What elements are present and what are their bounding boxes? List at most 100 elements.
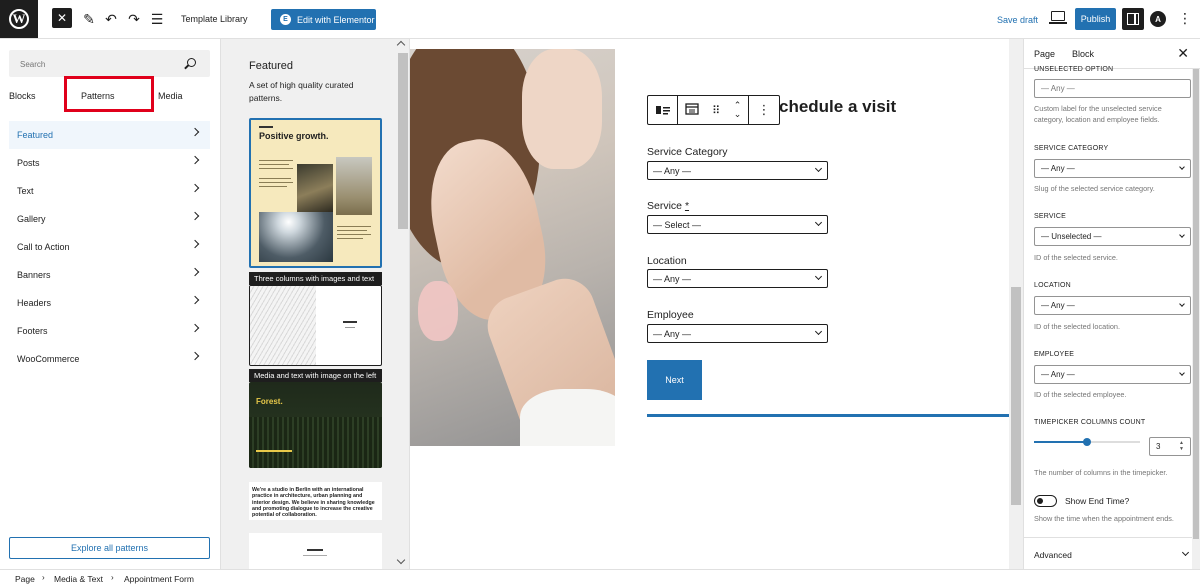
- service-setting-select[interactable]: — Unselected —: [1034, 227, 1191, 246]
- settings-panel-icon[interactable]: [1122, 8, 1144, 30]
- block-toolbar: ⠿ ⌃ ⌄ ⋮: [647, 95, 780, 125]
- pattern-card-title: Forest.: [256, 397, 283, 406]
- location-setting-select[interactable]: — Any —: [1034, 296, 1191, 315]
- timepicker-columns-input[interactable]: 3 ▲ ▼: [1149, 437, 1191, 456]
- pattern-image: [250, 286, 316, 365]
- unselected-option-label: UNSELECTED OPTION: [1034, 66, 1114, 73]
- help-text: Custom label for the unselected service …: [1034, 104, 1162, 124]
- search-icon[interactable]: [187, 58, 196, 67]
- chevron-down-icon[interactable]: [396, 555, 406, 565]
- elementor-icon: E: [280, 14, 291, 25]
- show-end-time-toggle[interactable]: [1034, 495, 1057, 507]
- category-featured[interactable]: Featured: [9, 121, 210, 149]
- spinner-icon[interactable]: ▲ ▼: [1179, 440, 1187, 452]
- advanced-panel-toggle[interactable]: Advanced: [1024, 537, 1194, 569]
- tab-media[interactable]: Media: [158, 91, 183, 101]
- edit-with-elementor-label: Edit with Elementor: [297, 14, 375, 25]
- calendar-form-icon[interactable]: [685, 102, 699, 118]
- template-library-link[interactable]: Template Library: [181, 14, 248, 24]
- chevron-down-icon: [1179, 301, 1185, 307]
- desktop-preview-icon[interactable]: [1049, 11, 1067, 24]
- edit-with-elementor-button[interactable]: E Edit with Elementor: [271, 9, 376, 30]
- publish-button[interactable]: Publish: [1075, 8, 1116, 30]
- category-call-to-action[interactable]: Call to Action: [9, 233, 210, 261]
- block-align-icon[interactable]: [648, 96, 678, 124]
- timepicker-columns-slider[interactable]: [1034, 438, 1140, 446]
- undo-icon[interactable]: ↶: [102, 10, 120, 28]
- list-view-icon[interactable]: ☰: [148, 10, 166, 28]
- pattern-caption: Three columns with images and text: [249, 272, 382, 285]
- pen-tool-icon[interactable]: ✎: [80, 10, 98, 28]
- scrollbar-thumb[interactable]: [398, 53, 408, 229]
- block-inserter-panel: Search Blocks Patterns Media Featured Po…: [0, 39, 221, 569]
- sidebar-scrollbar[interactable]: [1192, 69, 1200, 569]
- pattern-card-three-columns[interactable]: Positive growth.: [249, 118, 382, 268]
- selected-value: — Any —: [653, 273, 692, 284]
- chevron-right-icon: [190, 211, 200, 221]
- category-posts[interactable]: Posts: [9, 149, 210, 177]
- close-icon[interactable]: ✕: [52, 8, 72, 28]
- category-woocommerce[interactable]: WooCommerce: [9, 345, 210, 373]
- pattern-category-description: A set of high quality curated patterns.: [249, 80, 354, 103]
- pattern-image: [249, 417, 382, 468]
- category-headers[interactable]: Headers: [9, 289, 210, 317]
- search-input[interactable]: Search: [9, 50, 210, 77]
- pattern-image: [297, 164, 333, 212]
- close-icon[interactable]: ✕: [1177, 45, 1189, 62]
- canvas-scrollbar[interactable]: [1009, 39, 1023, 569]
- breadcrumb-item[interactable]: Appointment Form: [124, 574, 194, 584]
- help-text: The number of columns in the timepicker.: [1034, 468, 1168, 477]
- chevron-down-icon: [1181, 548, 1190, 557]
- pattern-card-studio-text[interactable]: We're a studio in Berlin with an interna…: [249, 482, 382, 520]
- breadcrumb-item[interactable]: Media & Text: [54, 574, 103, 584]
- next-button[interactable]: Next: [647, 360, 702, 400]
- show-end-time-label: Show End Time?: [1065, 496, 1130, 506]
- scrollbar-thumb[interactable]: [1193, 69, 1199, 539]
- more-options-icon[interactable]: ⋮: [1178, 10, 1192, 27]
- wordpress-logo-icon[interactable]: W: [0, 0, 38, 38]
- service-select[interactable]: — Select —: [647, 215, 828, 234]
- unselected-option-input[interactable]: — Any —: [1034, 79, 1191, 98]
- category-text[interactable]: Text: [9, 177, 210, 205]
- chevron-down-icon: [1179, 164, 1185, 170]
- category-label: Footers: [17, 326, 48, 336]
- category-banners[interactable]: Banners: [9, 261, 210, 289]
- block-type-group: ⠿ ⌃ ⌄: [678, 96, 749, 124]
- explore-all-patterns-button[interactable]: Explore all patterns: [9, 537, 210, 559]
- employee-setting-select[interactable]: — Any —: [1034, 365, 1191, 384]
- category-gallery[interactable]: Gallery: [9, 205, 210, 233]
- service-category-setting-select[interactable]: — Any —: [1034, 159, 1191, 178]
- drag-handle-icon[interactable]: ⠿: [712, 104, 720, 117]
- more-options-icon[interactable]: ⋮: [749, 96, 779, 124]
- tab-blocks[interactable]: Blocks: [9, 91, 36, 101]
- pattern-card-forest[interactable]: Forest.: [249, 382, 382, 468]
- pattern-card-text: We're a studio in Berlin with an interna…: [252, 487, 375, 519]
- astra-icon[interactable]: A: [1150, 11, 1166, 27]
- pattern-card-heading[interactable]: [249, 533, 382, 569]
- employee-setting-label: EMPLOYEE: [1034, 351, 1075, 358]
- service-category-select[interactable]: — Any —: [647, 161, 828, 180]
- chevron-right-icon: [190, 351, 200, 361]
- location-select[interactable]: — Any —: [647, 269, 828, 288]
- spa-facial-image[interactable]: [410, 49, 615, 446]
- tab-block[interactable]: Block: [1072, 49, 1094, 59]
- pattern-card-media-text[interactable]: [249, 285, 382, 366]
- tab-page[interactable]: Page: [1034, 49, 1055, 59]
- chevron-down-icon: [1179, 370, 1185, 376]
- chevron-down-icon: [814, 272, 823, 281]
- chevron-right-icon: ›: [111, 573, 114, 582]
- redo-icon[interactable]: ↷: [125, 10, 143, 28]
- breadcrumb-item[interactable]: Page: [15, 574, 35, 584]
- save-draft-button[interactable]: Save draft: [997, 15, 1038, 25]
- category-footers[interactable]: Footers: [9, 317, 210, 345]
- chevron-up-icon[interactable]: [396, 40, 406, 50]
- scrollbar-thumb[interactable]: [1011, 287, 1021, 505]
- location-label: Location: [647, 255, 687, 267]
- highlight-box: [64, 76, 154, 112]
- slider-fill: [1034, 441, 1087, 443]
- move-up-down-icon[interactable]: ⌃ ⌄: [734, 101, 742, 119]
- slider-thumb[interactable]: [1083, 438, 1091, 446]
- employee-select[interactable]: — Any —: [647, 324, 828, 343]
- chevron-down-icon: [814, 218, 823, 227]
- pattern-scrollbar[interactable]: [395, 39, 409, 569]
